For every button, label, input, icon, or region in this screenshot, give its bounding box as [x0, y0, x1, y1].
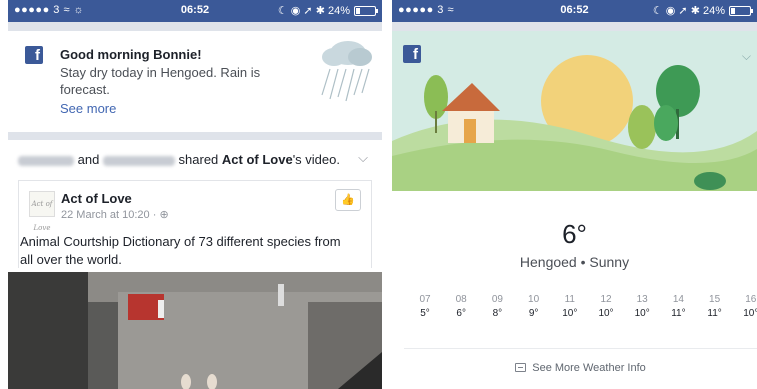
blurred-name — [102, 155, 175, 166]
shared-post-card: Act of Love Act of Love 22 March at 10:2… — [18, 180, 372, 268]
good-morning-card[interactable]: f Good morning Bonnie! Stay dry today in… — [8, 31, 382, 132]
forecast-hour: 12 10° — [598, 294, 614, 319]
hourly-forecast: 07 5° 08 6° 09 8° 10 9° 11 10° 12 10° 13 10° 14… — [392, 294, 757, 344]
post-page-name[interactable]: Act of Love — [61, 191, 361, 206]
see-more-weather-row: See More Weather Info — [404, 348, 757, 389]
post-timestamp[interactable]: 22 March at 10:20 · ⊕ — [61, 208, 361, 221]
forecast-hour: 11 10° — [562, 294, 578, 319]
chevron-down-icon[interactable]: ⌵ — [358, 150, 368, 166]
greeting-body: Stay dry today in Hengoed. Rain is forec… — [60, 65, 261, 97]
page-avatar[interactable]: Act of Love — [29, 191, 55, 232]
weather-location: Hengoed • Sunny — [519, 254, 630, 270]
forecast-hour: 09 8° — [491, 294, 503, 319]
video-still-image — [8, 272, 382, 389]
battery-icon — [354, 6, 378, 16]
forecast-hour: 07 5° — [419, 294, 431, 319]
facebook-logo-icon: f — [25, 46, 43, 64]
battery-icon — [729, 6, 753, 16]
forecast-hour: 13 10° — [634, 294, 650, 319]
left-phone-screen: ●●●●● 3 ≈ ☼ 06:52 ☾ ◉ ➚ ✱ 24% f Good mor… — [8, 0, 382, 389]
status-indicators: ☾ ◉ ➚ ✱ 24% — [652, 5, 725, 17]
header-divider — [8, 22, 382, 31]
forecast-hour: 16 10° — [743, 294, 757, 319]
exit-icon — [515, 363, 527, 372]
status-bar: ●●●●● 3 ≈ 06:52 ☾ ◉ ➚ ✱ 24% — [392, 0, 757, 22]
weather-illustration: f ⌵ — [392, 31, 757, 191]
post-text: Animal Courtship Dictionary of 73 differ… — [20, 234, 341, 267]
forecast-hour: 14 11° — [671, 294, 686, 319]
blurred-name — [18, 155, 74, 166]
like-page-button[interactable]: 👍 — [335, 189, 361, 211]
status-indicators: ☾ ◉ ➚ ✱ 24% — [277, 5, 350, 17]
see-more-weather-button[interactable]: See More Weather Info — [404, 362, 757, 374]
chevron-down-icon[interactable]: ⌵ — [742, 49, 751, 64]
right-phone-screen: ●●●●● 3 ≈ 06:52 ☾ ◉ ➚ ✱ 24% f ⌵ 6° Hengo… — [392, 0, 757, 389]
header-divider — [392, 22, 757, 31]
video-thumbnail[interactable] — [8, 272, 382, 389]
status-bar: ●●●●● 3 ≈ ☼ 06:52 ☾ ◉ ➚ ✱ 24% — [8, 0, 382, 22]
shared-story-header: and shared Act of Love's video. ⌵ — [8, 140, 382, 180]
shared-page-name[interactable]: Act of Love — [222, 152, 293, 167]
current-temperature: 6° — [562, 219, 587, 249]
facebook-logo-icon: f — [403, 45, 421, 63]
forecast-hour: 15 11° — [707, 294, 722, 319]
forecast-hour: 10 9° — [528, 294, 540, 319]
forecast-hour: 08 6° — [455, 294, 467, 319]
rain-cloud-icon — [321, 41, 372, 102]
section-divider — [8, 132, 382, 140]
sunny-landscape-image — [392, 31, 757, 191]
